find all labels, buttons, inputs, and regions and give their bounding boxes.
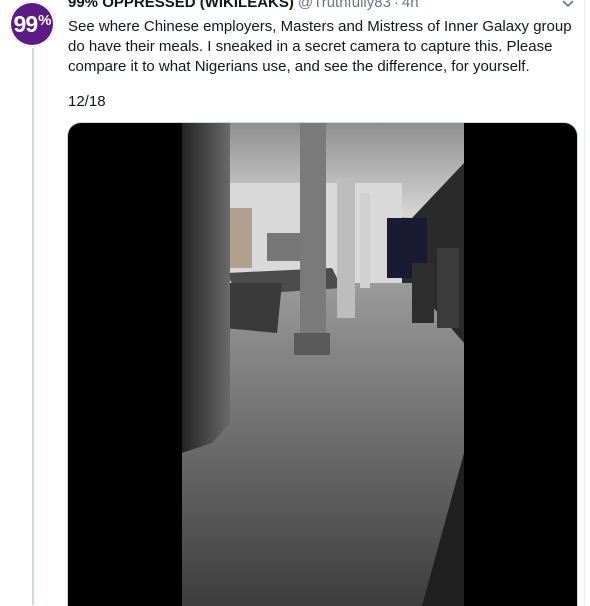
header-separator: · (393, 0, 399, 11)
video-frame (182, 123, 464, 606)
tweet-header: 99% OPPRESSED (WIKILEAKS) @Truthfully83 · 4… (68, 0, 419, 14)
avatar-text: 99 (13, 10, 39, 37)
avatar-suffix: % (38, 11, 51, 29)
chevron-down-icon[interactable] (561, 0, 575, 11)
author-handle[interactable]: @Truthfully83 (298, 0, 391, 11)
timeline-border (584, 0, 585, 605)
video-player[interactable] (67, 122, 578, 606)
avatar[interactable]: 99% (9, 1, 55, 47)
thread-connector-line (32, 48, 34, 605)
thread-counter: 12/18 (68, 93, 106, 110)
tweet-timestamp[interactable]: 4h (402, 0, 419, 11)
author-name[interactable]: 99% OPPRESSED (WIKILEAKS) (68, 0, 294, 11)
tweet-text: See where Chinese employers, Masters and… (68, 18, 572, 75)
